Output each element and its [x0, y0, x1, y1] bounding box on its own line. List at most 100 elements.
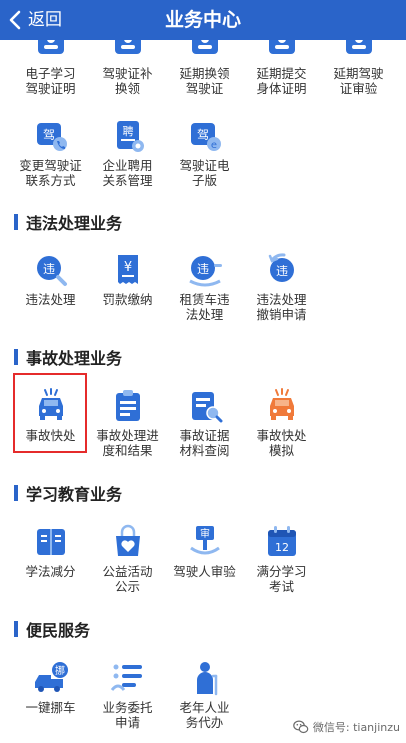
service-item-change-license-contact[interactable]: 驾 变更驾驶证 联系方式 [10, 118, 91, 188]
elderly-person-icon [196, 662, 217, 696]
license-e-icon: 驾 e [190, 123, 221, 151]
service-item-business-delegate[interactable]: 业务委托 申请 [87, 660, 168, 730]
service-item-electronic-study-proof[interactable]: 电子学习 驾驶证明 [10, 40, 91, 96]
service-label: 满分学习 考试 [256, 564, 307, 594]
service-item-employment-management[interactable]: 聘 企业聘用 关系管理 [87, 118, 168, 188]
service-item-fine-payment[interactable]: ¥ 罚款缴纳 [87, 252, 168, 307]
wechat-watermark: 微信号: tianjinzu [293, 719, 400, 735]
violation-revoke-icon: 违 [268, 253, 294, 282]
service-label: 驾驶证补 换领 [102, 66, 153, 96]
service-item-driver-review[interactable]: 审 驾驶人审验 [164, 524, 245, 579]
car-accident-icon [38, 388, 63, 420]
evidence-search-icon [191, 392, 222, 423]
service-label: 业务委托 申请 [102, 700, 153, 730]
section-title-text: 学习教育业务 [26, 485, 123, 504]
service-label: 学法减分 [25, 564, 76, 579]
tow-truck-icon: 挪 [34, 662, 68, 692]
service-item-accident-progress[interactable]: 事故处理进 度和结果 [87, 388, 168, 458]
section-title-text: 违法处理业务 [26, 214, 123, 233]
card-id-icon [268, 40, 295, 54]
service-item-extend-license-review[interactable]: 延期驾驶 证审验 [318, 40, 399, 96]
car-accident-orange-icon [269, 388, 294, 420]
review-sign-icon: 审 [189, 526, 220, 555]
watermark-text: 微信号: tianjinzu [312, 721, 400, 734]
clipboard-list-icon [115, 390, 140, 421]
svg-text:聘: 聘 [122, 124, 133, 138]
service-row-education: 学法减分 公益活动 公示 审 驾驶人审验 12 满分学习 考试 [0, 524, 406, 604]
service-item-full-score-exam[interactable]: 12 满分学习 考试 [241, 524, 322, 594]
card-id-icon [191, 40, 218, 54]
service-item-electronic-license[interactable]: 驾 e 驾驶证电 子版 [164, 118, 245, 188]
service-item-license-replace[interactable]: 驾驶证补 换领 [87, 40, 168, 96]
violation-search-icon: 违 [36, 256, 67, 286]
service-item-elderly-agency[interactable]: 老年人业 务代办 [164, 660, 245, 730]
delegate-list-icon [110, 664, 142, 691]
svg-text:驾: 驾 [196, 128, 208, 142]
section-title-text: 便民服务 [26, 621, 91, 640]
open-book-icon [36, 529, 65, 555]
service-label: 延期驾驶 证审验 [333, 66, 384, 96]
section-accent-bar [14, 214, 18, 230]
service-item-accident-quick[interactable]: 事故快处 [10, 388, 91, 443]
card-id-icon [37, 40, 64, 54]
card-id-icon [345, 40, 372, 54]
service-label: 一键挪车 [25, 700, 76, 715]
service-label: 变更驾驶证 联系方式 [19, 158, 82, 188]
service-item-public-welfare[interactable]: 公益活动 公示 [87, 524, 168, 594]
svg-text:审: 审 [200, 527, 210, 540]
service-label: 租赁车违 法处理 [179, 292, 230, 322]
service-item-accident-evidence[interactable]: 事故证据 材料查阅 [164, 388, 245, 458]
svg-text:12: 12 [275, 541, 289, 554]
hire-doc-icon: 聘 [116, 121, 144, 152]
heart-hand-bag-icon [115, 524, 140, 556]
svg-text:挪: 挪 [55, 664, 65, 677]
service-label: 延期提交 身体证明 [256, 66, 307, 96]
section-title-convenience: 便民服务 [14, 619, 91, 640]
service-label: 事故处理进 度和结果 [96, 428, 159, 458]
license-phone-icon: 驾 [36, 123, 67, 151]
service-label: 事故快处 模拟 [256, 428, 307, 458]
service-row-licenses: 电子学习 驾驶证明 驾驶证补 换领 延期换领 驾驶证 延期提交 身体证明 延期驾… [0, 40, 406, 106]
rental-violation-icon: 违 [188, 256, 222, 287]
service-item-study-law-reduce-points[interactable]: 学法减分 [10, 524, 91, 579]
service-label: 老年人业 务代办 [179, 700, 230, 730]
fine-receipt-icon: ¥ [117, 255, 138, 284]
service-label: 驾驶证电 子版 [179, 158, 230, 188]
service-label: 违法处理 撤销申请 [256, 292, 307, 322]
section-title-accidents: 事故处理业务 [14, 347, 123, 368]
service-label: 违法处理 [25, 292, 76, 307]
service-item-accident-simulation[interactable]: 事故快处 模拟 [241, 388, 322, 458]
svg-text:违: 违 [275, 264, 287, 278]
service-item-extend-renewal[interactable]: 延期换领 驾驶证 [164, 40, 245, 96]
service-item-rental-violation[interactable]: 违 租赁车违 法处理 [164, 252, 245, 322]
service-label: 罚款缴纳 [102, 292, 153, 307]
service-row-violations: 违 违法处理 ¥ 罚款缴纳 违 租赁车违 法处理 违 违法处理 撤销申请 [0, 252, 406, 332]
service-label: 电子学习 驾驶证明 [25, 66, 76, 96]
top-navigation-bar: 返回 业务中心 [0, 0, 406, 40]
section-title-text: 事故处理业务 [26, 349, 123, 368]
card-id-icon [114, 40, 141, 54]
service-item-violation-handling[interactable]: 违 违法处理 [10, 252, 91, 307]
service-item-extend-health-proof[interactable]: 延期提交 身体证明 [241, 40, 322, 96]
service-label: 驾驶人审验 [173, 564, 236, 579]
calendar-12-icon: 12 [267, 526, 296, 556]
section-title-violations: 违法处理业务 [14, 212, 123, 233]
service-row-accidents: 事故快处 事故处理进 度和结果 事故证据 材料查阅 事故快处 模拟 [0, 388, 406, 468]
service-label: 事故证据 材料查阅 [179, 428, 230, 458]
svg-text:e: e [210, 140, 216, 151]
service-label: 公益活动 公示 [102, 564, 153, 594]
service-item-one-click-move-car[interactable]: 挪 一键挪车 [10, 660, 91, 715]
svg-text:¥: ¥ [123, 260, 131, 275]
service-list: 电子学习 驾驶证明 驾驶证补 换领 延期换领 驾驶证 延期提交 身体证明 延期驾… [0, 40, 406, 743]
service-label: 企业聘用 关系管理 [102, 158, 153, 188]
page-title: 业务中心 [164, 9, 241, 31]
section-title-education: 学习教育业务 [14, 483, 123, 504]
service-label: 事故快处 [25, 428, 76, 443]
service-label: 延期换领 驾驶证 [179, 66, 230, 96]
section-accent-bar [14, 349, 18, 365]
svg-text:驾: 驾 [42, 128, 54, 142]
svg-text:违: 违 [196, 262, 208, 276]
section-accent-bar [14, 621, 18, 637]
wechat-icon [293, 720, 309, 734]
service-item-violation-revoke[interactable]: 违 违法处理 撤销申请 [241, 252, 322, 322]
